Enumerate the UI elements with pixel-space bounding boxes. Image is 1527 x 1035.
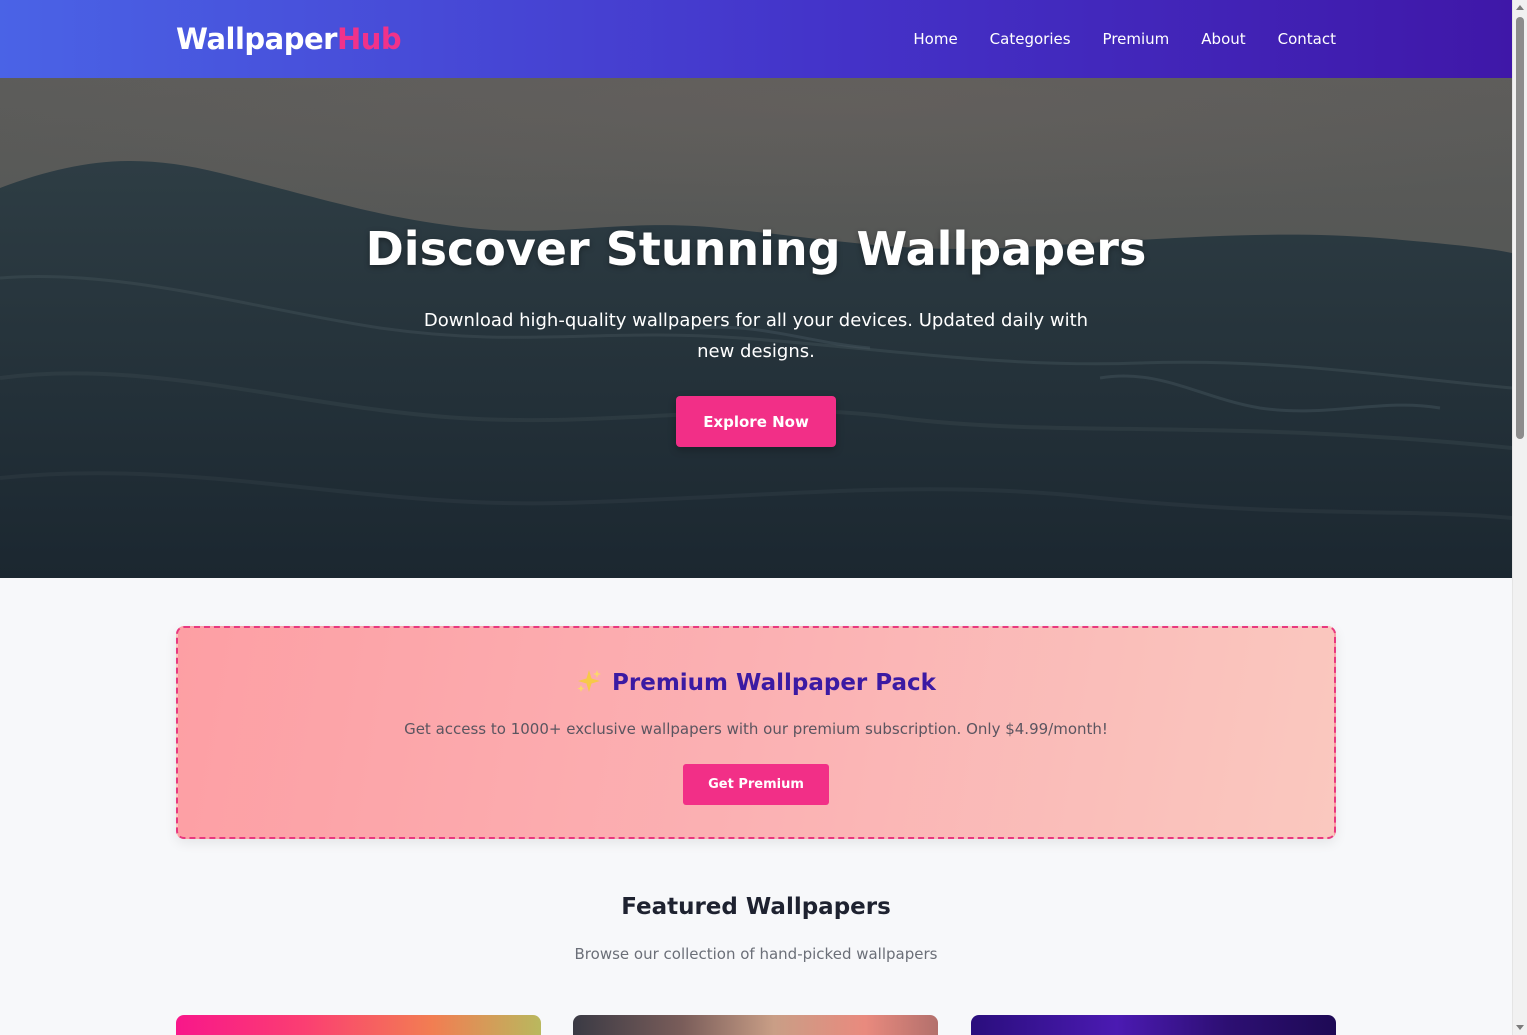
scroll-down-arrow-icon[interactable] (1516, 1025, 1524, 1030)
vertical-scrollbar[interactable] (1512, 0, 1527, 1035)
featured-section-subtitle: Browse our collection of hand-picked wal… (574, 945, 938, 963)
explore-now-button[interactable]: Explore Now (676, 396, 836, 447)
logo-text-accent: Hub (336, 22, 402, 56)
nav-link-about[interactable]: About (1201, 30, 1245, 48)
logo-text-primary: Wallpaper (176, 22, 337, 56)
premium-promo-box: Premium Wallpaper Pack Get access to 100… (176, 626, 1336, 839)
wallpaper-card-1[interactable] (176, 1015, 541, 1035)
nav-link-premium[interactable]: Premium (1103, 30, 1170, 48)
scroll-up-arrow-icon[interactable] (1516, 5, 1524, 10)
top-navbar: WallpaperHub Home Categories Premium Abo… (0, 0, 1512, 78)
premium-title: Premium Wallpaper Pack (612, 670, 936, 696)
page: WallpaperHub Home Categories Premium Abo… (0, 0, 1512, 1035)
nav-link-contact[interactable]: Contact (1278, 30, 1336, 48)
wallpaper-card-2[interactable] (573, 1015, 938, 1035)
scrollbar-thumb[interactable] (1516, 17, 1524, 439)
hero-section: Discover Stunning Wallpapers Download hi… (0, 78, 1512, 578)
site-logo[interactable]: WallpaperHub (176, 22, 402, 56)
premium-description: Get access to 1000+ exclusive wallpapers… (404, 720, 1108, 738)
premium-title-row: Premium Wallpaper Pack (178, 668, 1334, 696)
get-premium-button[interactable]: Get Premium (683, 764, 829, 805)
hero-subtitle: Download high-quality wallpapers for all… (423, 310, 1089, 362)
sparkles-icon (577, 670, 602, 692)
nav-link-home[interactable]: Home (913, 30, 957, 48)
hero-title: Discover Stunning Wallpapers (365, 222, 1147, 276)
main-menu: Home Categories Premium About Contact (913, 30, 1336, 48)
wallpaper-card-3[interactable] (971, 1015, 1336, 1035)
nav-link-categories[interactable]: Categories (990, 30, 1071, 48)
featured-section-title: Featured Wallpapers (621, 894, 891, 920)
